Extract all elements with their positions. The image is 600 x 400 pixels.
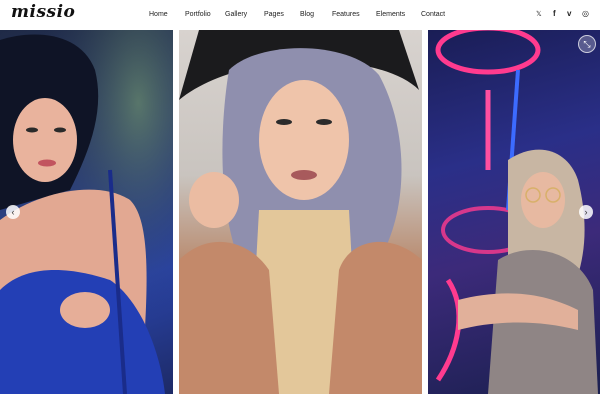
chevron-left-icon: ‹ — [11, 207, 15, 217]
instagram-icon[interactable]: ◎ — [582, 9, 589, 18]
nav-contact[interactable]: Contact — [421, 11, 445, 18]
facebook-icon[interactable]: f — [553, 9, 556, 18]
twitter-icon[interactable]: 𝕏 — [536, 10, 542, 18]
site-header: missio Home Portfolio Gallery Pages Blog… — [0, 0, 600, 30]
chevron-right-icon: › — [584, 207, 588, 217]
nav-home[interactable]: Home — [149, 11, 168, 18]
slide-image-3[interactable] — [428, 30, 600, 394]
nav-elements[interactable]: Elements — [376, 11, 405, 18]
expand-button[interactable]: ⤡ — [578, 35, 596, 53]
nav-portfolio[interactable]: Portfolio — [185, 11, 211, 18]
slider-next-button[interactable]: › — [579, 205, 593, 219]
slide-photo-1 — [0, 30, 173, 394]
slide-photo-2 — [179, 30, 422, 394]
nav-pages[interactable]: Pages — [264, 11, 284, 18]
nav-features[interactable]: Features — [332, 11, 360, 18]
slide-image-1[interactable] — [0, 30, 173, 394]
vimeo-icon[interactable]: v — [567, 9, 571, 18]
slide-photo-3 — [435, 30, 598, 394]
expand-icon: ⤡ — [583, 38, 591, 49]
nav-gallery[interactable]: Gallery — [225, 11, 247, 18]
slide-image-2[interactable] — [179, 30, 422, 394]
slider-prev-button[interactable]: ‹ — [6, 205, 20, 219]
site-logo[interactable]: missio — [11, 2, 75, 22]
nav-blog[interactable]: Blog — [300, 11, 314, 18]
